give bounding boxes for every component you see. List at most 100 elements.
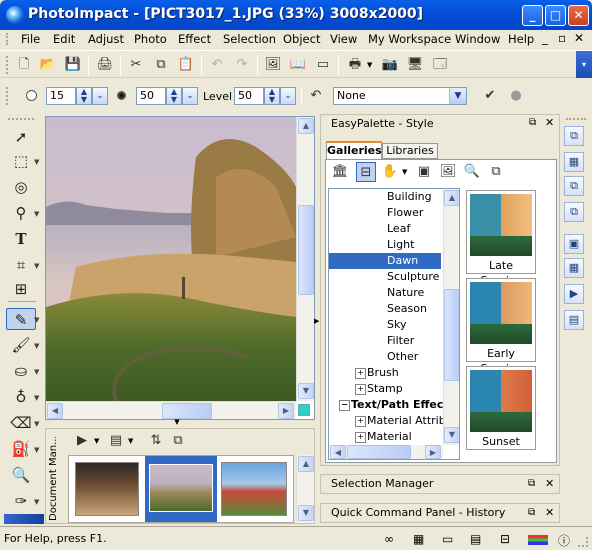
open-icon[interactable]: 📂 — [38, 55, 58, 75]
color-mode-icon[interactable] — [528, 535, 548, 545]
gallery-item-flower[interactable]: Flower — [329, 205, 441, 221]
chevron-down-icon[interactable]: ▼ — [34, 446, 39, 454]
menu-selection[interactable]: Selection — [223, 32, 276, 46]
undo-icon[interactable]: ↶ — [207, 55, 227, 75]
scroll-left-button[interactable]: ◀ — [330, 445, 346, 459]
expand-icon[interactable]: + — [355, 416, 366, 427]
tree-item-stamp[interactable]: + Stamp — [329, 381, 441, 397]
horizontal-scroll-thumb[interactable] — [162, 403, 212, 419]
close-panel-icon[interactable]: ✕ — [545, 477, 554, 490]
image-properties-icon[interactable]: 🖼 — [263, 55, 283, 75]
library-icon[interactable]: ⧉ — [486, 162, 506, 182]
gallery-tree-scroll-thumb[interactable] — [444, 289, 459, 381]
camera-icon[interactable]: 📷 — [380, 55, 400, 75]
menu-help[interactable]: Help — [508, 32, 534, 46]
transparency-dropdown[interactable]: ⌄ — [182, 87, 198, 105]
gallery-item-nature[interactable]: Nature — [329, 285, 441, 301]
save-icon[interactable]: 💾 — [63, 55, 83, 75]
close-panel-icon[interactable]: ✕ — [545, 116, 554, 129]
mdi-close-button[interactable]: ✕ — [574, 31, 584, 45]
book-icon[interactable]: 📖 — [288, 55, 308, 75]
gallery-item-building[interactable]: Building — [329, 189, 441, 205]
chevron-down-icon[interactable]: ▼ — [128, 437, 133, 445]
photoimpact-app-icon[interactable] — [6, 6, 24, 24]
menu-photo[interactable]: Photo — [134, 32, 167, 46]
brush-tool-icon[interactable]: 🖌 — [6, 334, 36, 356]
close-panel-icon[interactable]: ✕ — [545, 506, 554, 519]
easypalette-icon[interactable]: ▣ — [564, 234, 584, 254]
scroll-right-button[interactable]: ▶ — [425, 445, 441, 459]
tab-galleries[interactable]: Galleries — [326, 141, 382, 159]
scanner-icon[interactable]: 🖶 — [345, 55, 365, 75]
soft-brush-icon[interactable] — [26, 90, 37, 101]
scroll-up-button[interactable]: ▲ — [298, 118, 314, 134]
scroll-up-button[interactable]: ▲ — [444, 190, 459, 206]
restore-panel-icon[interactable]: ⧉ — [529, 117, 536, 128]
search-icon[interactable]: 🔍 — [462, 162, 482, 182]
sort-icon[interactable]: ⇅ — [146, 431, 166, 451]
zoom-tool-icon[interactable]: 🔍 — [6, 464, 36, 486]
gallery-home-icon[interactable]: 🏛 — [330, 162, 350, 182]
level-spinner[interactable]: ▲ ▼ — [264, 87, 280, 105]
photo-canvas[interactable] — [46, 117, 296, 401]
fill-tool-icon[interactable]: ⛽ — [6, 438, 36, 460]
link-icon[interactable]: ∞ — [384, 532, 394, 546]
crop-tool-icon[interactable]: ⌗ — [6, 254, 36, 276]
scroll-right-button[interactable]: ▶ — [278, 403, 294, 419]
minimize-button[interactable]: _ — [522, 5, 543, 26]
paste-icon[interactable]: 📋 — [176, 55, 196, 75]
menu-edit[interactable]: Edit — [53, 32, 75, 46]
restore-panel-icon[interactable]: ⧉ — [528, 478, 535, 489]
image-horizontal-scrollbar[interactable]: ◀ ▶ — [46, 401, 296, 419]
eyedropper-check-icon[interactable]: ✔ — [480, 86, 500, 106]
tree-item-text-path-effect[interactable]: − Text/Path Effect — [329, 397, 449, 413]
style-thumbnail-early-sunrise[interactable]: Early Sunrise — [466, 278, 536, 375]
level-field[interactable]: 50 — [234, 87, 264, 105]
lasso-tool-icon[interactable]: ◎ — [6, 176, 36, 198]
chevron-down-icon[interactable]: ▼ — [34, 262, 39, 270]
palette-icon[interactable]: ⧉ — [564, 202, 584, 222]
maximize-button[interactable]: □ — [545, 5, 566, 26]
gallery-item-sculpture[interactable]: Sculpture — [329, 269, 441, 285]
panel-toolbar-grip[interactable] — [566, 118, 586, 121]
eyedropper-tool-icon[interactable]: ✑ — [6, 490, 36, 512]
menu-object[interactable]: Object — [283, 32, 320, 46]
menu-window[interactable]: Window — [455, 32, 500, 46]
toolbox-grip[interactable] — [8, 118, 34, 121]
pick-tool-icon[interactable]: ➚ — [6, 126, 36, 148]
redo-icon[interactable]: ↷ — [232, 55, 252, 75]
tree-item-brush[interactable]: + Brush — [329, 365, 441, 381]
scroll-down-button[interactable]: ▼ — [444, 427, 459, 443]
gallery-tree-hscroll-thumb[interactable] — [347, 445, 411, 459]
selection-tool-icon[interactable]: ⬚ — [6, 150, 36, 172]
cut-icon[interactable]: ✂ — [126, 55, 146, 75]
chevron-down-icon[interactable]: ▼ — [34, 210, 39, 218]
gallery-item-sky[interactable]: Sky — [329, 317, 441, 333]
close-button[interactable]: ✕ — [568, 5, 589, 26]
tab-libraries[interactable]: Libraries — [382, 143, 438, 159]
hand-icon[interactable]: ✋ — [380, 162, 400, 182]
chevron-down-icon[interactable]: ▼ — [402, 168, 407, 176]
transparency-spinner[interactable]: ▲ ▼ — [166, 87, 182, 105]
chevron-down-icon[interactable]: ▼ — [34, 394, 39, 402]
quick-command-panel[interactable]: Quick Command Panel - History — [320, 503, 560, 523]
reset-icon[interactable]: ↶ — [306, 86, 326, 106]
expand-icon[interactable]: + — [355, 432, 366, 443]
scroll-down-button[interactable]: ▼ — [298, 505, 314, 521]
object-manager-icon[interactable]: ⧉ — [564, 176, 584, 196]
level-dropdown[interactable]: ⌄ — [280, 87, 296, 105]
style-thumbnail-late-sunrise[interactable]: Late Sunrise — [466, 190, 536, 287]
properties-icon[interactable]: ▣ — [414, 162, 434, 182]
chevron-down-icon[interactable]: ▼ — [34, 316, 39, 324]
play-icon[interactable]: ▶ — [72, 431, 92, 451]
thumbnail-selected[interactable] — [145, 456, 217, 522]
stamp-tool-icon[interactable]: ♁ — [6, 386, 36, 408]
mdi-restore-button[interactable]: ▫ — [558, 31, 566, 45]
scroll-up-button[interactable]: ▲ — [298, 456, 314, 472]
gallery-item-filter[interactable]: Filter — [329, 333, 441, 349]
copy-icon[interactable]: ⧉ — [151, 55, 171, 75]
expand-icon[interactable]: + — [355, 384, 366, 395]
gallery-item-other[interactable]: Other — [329, 349, 441, 365]
resize-grip[interactable] — [578, 537, 588, 547]
restore-panel-icon[interactable]: ⧉ — [528, 507, 535, 518]
